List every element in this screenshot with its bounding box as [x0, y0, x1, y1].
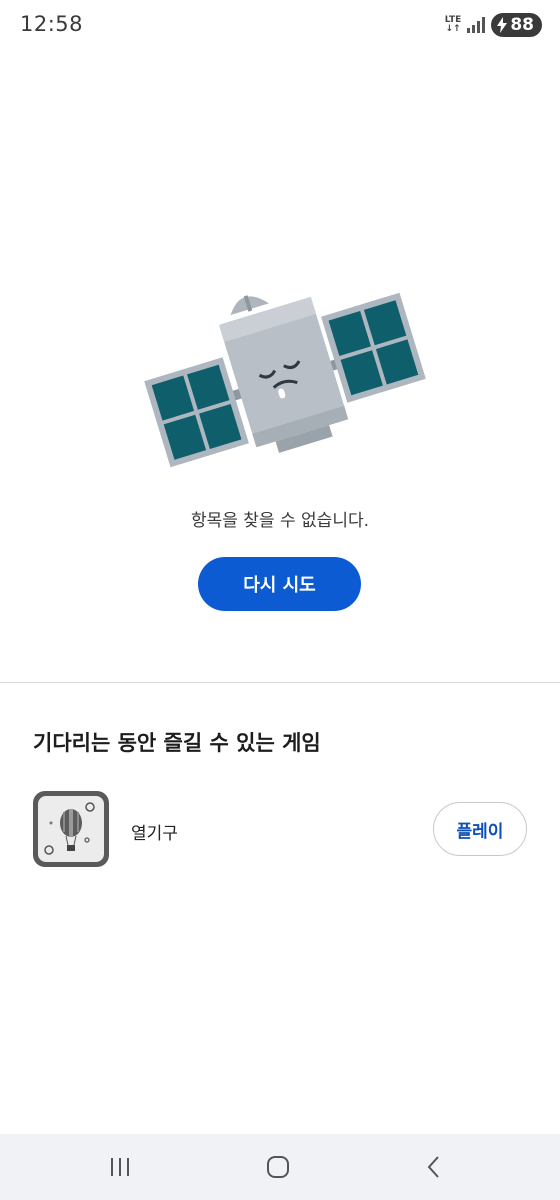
lte-icon: LTE ↓↑ — [444, 15, 462, 34]
empty-message: 항목을 찾을 수 없습니다. — [190, 511, 369, 531]
recents-icon — [111, 1158, 129, 1176]
game-list-item[interactable]: 열기구 플레이 — [33, 791, 527, 869]
hot-air-balloon-icon — [33, 791, 109, 867]
charging-bolt-icon — [497, 17, 508, 33]
back-icon — [427, 1156, 439, 1178]
back-button[interactable] — [384, 1134, 484, 1200]
play-button[interactable]: 플레이 — [433, 802, 527, 856]
status-icons: LTE ↓↑ 88 — [445, 12, 542, 38]
status-bar: 12:58 LTE ↓↑ 88 — [0, 0, 560, 50]
section-divider — [0, 682, 560, 683]
games-section-title: 기다리는 동안 즐길 수 있는 게임 — [33, 731, 321, 755]
game-name: 열기구 — [131, 824, 178, 844]
signal-icon — [467, 17, 486, 33]
status-time: 12:58 — [20, 12, 84, 36]
battery-level: 88 — [510, 15, 534, 35]
recents-button[interactable] — [70, 1134, 170, 1200]
battery-indicator: 88 — [491, 13, 542, 37]
retry-button[interactable]: 다시 시도 — [198, 557, 361, 611]
satellite-sleeping-icon — [140, 280, 430, 480]
home-button[interactable] — [228, 1134, 328, 1200]
home-icon — [267, 1156, 289, 1178]
navigation-bar — [0, 1134, 560, 1200]
